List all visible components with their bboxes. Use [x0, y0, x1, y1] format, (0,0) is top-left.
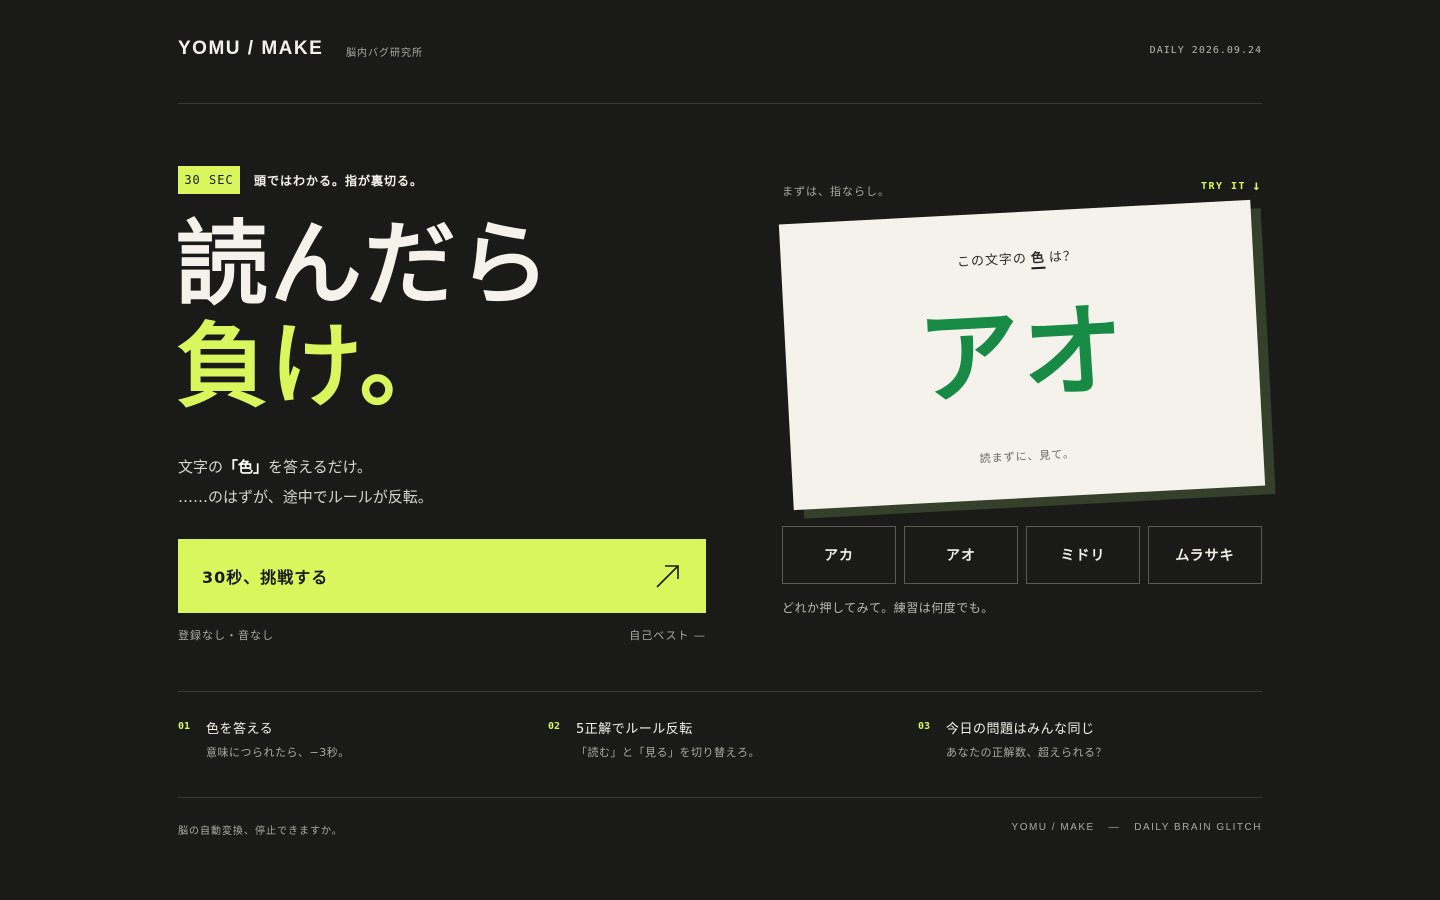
- try-it-label: TRY IT ↓: [1201, 178, 1262, 194]
- steps-divider: [178, 691, 1262, 692]
- step-title: 5正解でルール反転: [576, 722, 693, 737]
- try-it-text: TRY IT: [1200, 180, 1247, 192]
- brand-logo[interactable]: YOMU / MAKE: [178, 38, 323, 60]
- practice-note: どれか押してみて。練習は何度でも。: [782, 601, 994, 615]
- description-text-1: 文字の: [178, 458, 224, 476]
- duration-badge: 30 SEC: [178, 166, 240, 194]
- stimulus-word: アオ: [915, 290, 1129, 421]
- step-number: 01: [178, 721, 191, 732]
- headline-line-1: 読んだら: [176, 211, 553, 318]
- brand-subtitle: 脳内バグ研究所: [346, 48, 423, 59]
- card-face: この文字の色は？ アオ 読まずに、見て。: [778, 199, 1266, 511]
- step-description: 「読む」と「見る」を切り替えろ。: [576, 746, 760, 759]
- card-footer: 読まずに、見て。: [979, 447, 1076, 466]
- headline-line-2: 負け。: [176, 313, 454, 420]
- card-question-pre: この文字の: [956, 251, 1028, 271]
- answer-button-midori[interactable]: ミドリ: [1026, 526, 1140, 584]
- headline: 読んだら 負け。: [176, 214, 552, 418]
- arrow-down-icon: ↓: [1252, 178, 1262, 194]
- no-signup-note: 登録なし・音なし: [178, 629, 274, 642]
- page: YOMU / MAKE 脳内バグ研究所 DAILY 2026.09.24 30 …: [0, 0, 1440, 900]
- daily-date: DAILY 2026.09.24: [1149, 45, 1262, 56]
- tagline: 頭ではわかる。指が裏切る。: [254, 174, 424, 188]
- how-to-steps: 01 色を答える 意味につられたら、−3秒。 02 5正解でルール反転 「読む」…: [178, 718, 1262, 768]
- warmup-hint: まずは、指ならし。: [782, 185, 890, 198]
- footer-separator: —: [1108, 822, 1121, 833]
- card-question: この文字の色は？: [781, 236, 1253, 280]
- footer-brand-name: YOMU / MAKE: [1011, 822, 1095, 833]
- answer-button-ao[interactable]: アオ: [904, 526, 1018, 584]
- description-emphasis: 「色」: [223, 458, 269, 476]
- start-challenge-label: 30秒、挑戦する: [202, 568, 329, 587]
- footer-brand: YOMU / MAKE — DAILY BRAIN GLITCH: [1012, 822, 1262, 833]
- footer-divider: [178, 797, 1262, 798]
- step-description: あなたの正解数、超えられる？: [946, 746, 1107, 759]
- step-title: 今日の問題はみんな同じ: [946, 722, 1095, 737]
- card-question-post: は？: [1048, 249, 1078, 266]
- step-title: 色を答える: [206, 722, 274, 737]
- description: 文字の「色」を答えるだけ。 ……のはずが、途中でルールが反転。: [178, 452, 433, 512]
- footer-brand-tag: DAILY BRAIN GLITCH: [1134, 822, 1262, 833]
- step-number: 02: [548, 721, 561, 732]
- arrow-up-right-icon: [656, 565, 679, 588]
- answer-button-aka[interactable]: アカ: [782, 526, 896, 584]
- card-question-emphasis: 色: [1030, 250, 1046, 270]
- stroop-card: この文字の色は？ アオ 読まずに、見て。: [778, 199, 1276, 519]
- description-text-2: を答えるだけ。: [268, 458, 372, 476]
- start-challenge-button[interactable]: 30秒、挑戦する: [178, 539, 706, 613]
- answer-options: アカ アオ ミドリ ムラサキ: [782, 526, 1262, 584]
- step-number: 03: [918, 721, 931, 732]
- personal-best: 自己ベスト —: [629, 629, 706, 642]
- step-description: 意味につられたら、−3秒。: [206, 746, 350, 759]
- answer-button-murasaki[interactable]: ムラサキ: [1148, 526, 1262, 584]
- header-divider: [178, 103, 1262, 104]
- description-line-2: ……のはずが、途中でルールが反転。: [178, 488, 433, 506]
- footer-tagline: 脳の自動変換、停止できますか。: [178, 826, 343, 837]
